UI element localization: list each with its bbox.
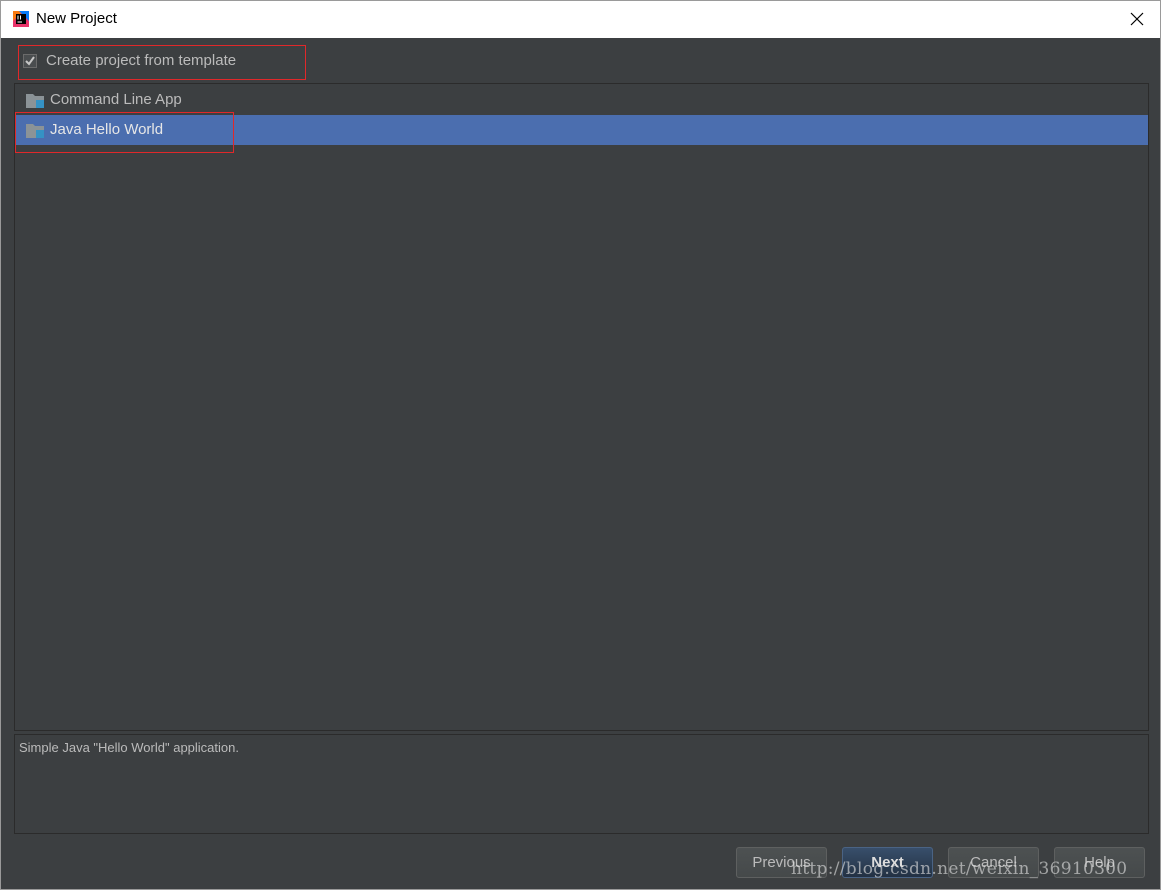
template-item-java-hello-world[interactable]: Java Hello World [15,115,1148,145]
template-description-panel: Simple Java "Hello World" application. [14,734,1149,834]
close-button[interactable] [1114,1,1160,38]
new-project-dialog: New Project Create project from template [0,0,1161,890]
template-item-label: Command Line App [50,91,182,108]
close-icon [1130,12,1144,26]
template-description: Simple Java "Hello World" application. [19,740,239,755]
window-title: New Project [36,10,117,27]
checkmark-icon [25,56,35,66]
project-folder-icon [26,122,46,139]
watermark-url: http://blog.csdn.net/weixin_36910300 [791,859,1128,879]
intellij-app-icon [13,11,29,27]
template-list[interactable]: Command Line App Java Hello World [14,83,1149,731]
template-item-command-line-app[interactable]: Command Line App [15,85,1148,115]
create-from-template-checkbox[interactable] [23,54,37,68]
template-item-label: Java Hello World [50,121,164,138]
project-folder-icon [26,92,46,109]
create-from-template-label: Create project from template [46,52,237,69]
title-bar: New Project [1,1,1160,38]
